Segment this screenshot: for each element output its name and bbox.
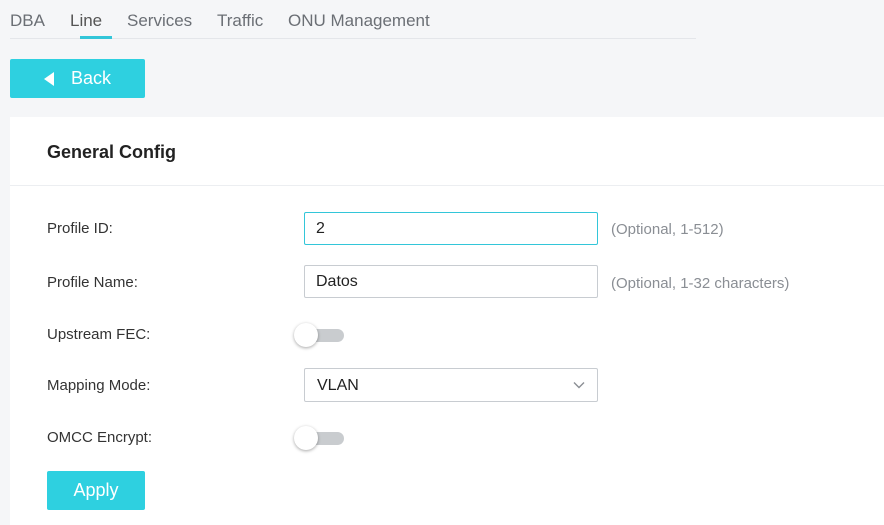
back-button[interactable]: Back [10, 59, 145, 98]
mapping-mode-value: VLAN [317, 377, 359, 394]
panel-title: General Config [47, 142, 177, 162]
mapping-mode-select[interactable]: VLAN [304, 368, 598, 402]
tab-bar: DBA Line Services Traffic ONU Management [10, 0, 696, 39]
profile-id-hint: (Optional, 1-512) [611, 221, 724, 238]
mapping-mode-label: Mapping Mode: [47, 377, 151, 394]
tab-line[interactable]: Line [70, 11, 102, 31]
profile-id-label: Profile ID: [47, 220, 113, 237]
profile-name-input[interactable] [304, 265, 598, 298]
tab-onu-management[interactable]: ONU Management [288, 11, 430, 31]
back-button-label: Back [71, 68, 112, 88]
profile-name-hint: (Optional, 1-32 characters) [611, 275, 790, 292]
tab-traffic[interactable]: Traffic [217, 11, 263, 31]
general-config-panel: General Config Profile ID: (Optional, 1-… [10, 117, 884, 525]
profile-name-label: Profile Name: [47, 274, 138, 291]
active-tab-indicator [80, 36, 112, 39]
tab-dba[interactable]: DBA [10, 11, 45, 31]
omcc-encrypt-label: OMCC Encrypt: [47, 429, 153, 446]
back-arrow-icon [44, 71, 54, 86]
upstream-fec-label: Upstream FEC: [47, 326, 151, 343]
toggle-knob [294, 323, 318, 347]
tab-services[interactable]: Services [127, 11, 192, 31]
profile-id-input[interactable] [304, 212, 598, 245]
omcc-encrypt-toggle[interactable] [294, 426, 344, 450]
upstream-fec-toggle[interactable] [294, 323, 344, 347]
apply-button[interactable]: Apply [47, 471, 145, 510]
panel-divider [10, 185, 884, 186]
toggle-knob [294, 426, 318, 450]
chevron-down-icon [573, 382, 585, 389]
